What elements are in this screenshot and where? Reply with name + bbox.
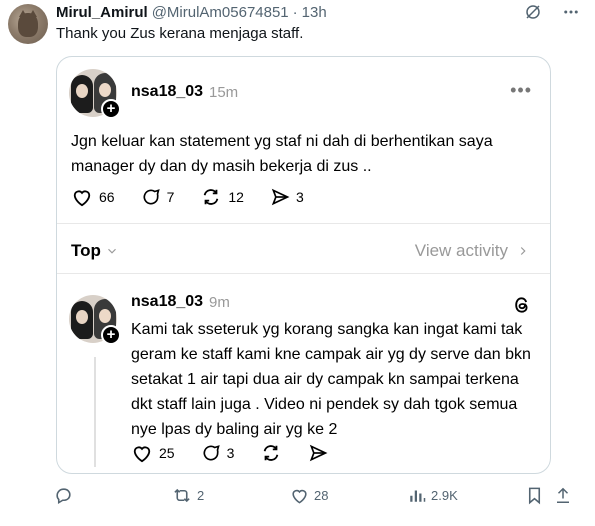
- post2-share-button[interactable]: [308, 443, 328, 463]
- tweet-text: Thank you Zus kerana menjaga staff.: [56, 25, 304, 42]
- post1-like-button[interactable]: 66: [71, 187, 115, 207]
- post2-like-button[interactable]: 25: [131, 443, 175, 463]
- follow-plus-icon[interactable]: +: [101, 99, 121, 119]
- grok-icon[interactable]: [523, 2, 543, 22]
- retweet-button[interactable]: 2: [172, 486, 204, 505]
- view-activity-label: View activity: [414, 241, 508, 260]
- reply-button[interactable]: [54, 486, 73, 505]
- post1-repost-count: 12: [228, 189, 244, 205]
- post2-like-count: 25: [159, 445, 175, 461]
- send-icon: [310, 444, 328, 462]
- heart-icon: [292, 489, 307, 504]
- bookmark-icon: [528, 487, 541, 505]
- retweet-count: 2: [197, 488, 205, 503]
- heart-icon: [73, 190, 91, 207]
- post2-repost-button[interactable]: [260, 443, 282, 463]
- tweet-time[interactable]: 13h: [302, 4, 327, 21]
- follow-plus-icon[interactable]: +: [101, 325, 121, 345]
- more-icon[interactable]: [561, 2, 581, 22]
- post1-share-button[interactable]: 3: [270, 187, 304, 207]
- retweet-icon: [174, 488, 190, 503]
- like-count: 28: [314, 488, 329, 503]
- tweet-header: Mirul_Amirul @MirulAm05674851 · 13h: [56, 2, 327, 22]
- thread-line: [94, 357, 96, 467]
- post1-repost-button[interactable]: 12: [200, 187, 244, 207]
- chevron-down-icon: [107, 248, 116, 254]
- tweet-actions: 2 28 2.9K: [54, 486, 574, 508]
- view-activity-link[interactable]: View activity: [415, 241, 530, 261]
- author-avatar[interactable]: [8, 4, 48, 44]
- repost-icon: [204, 189, 219, 205]
- author-handle[interactable]: @MirulAm05674851: [152, 4, 289, 21]
- post1-share-count: 3: [295, 189, 304, 205]
- tweet[interactable]: Mirul_Amirul @MirulAm05674851 · 13h Than…: [0, 0, 595, 526]
- post2-body: Kami tak sseteruk yg korang sangka kan i…: [131, 321, 531, 438]
- post1-username[interactable]: nsa18_03: [131, 83, 203, 101]
- tweet-top-icons: [523, 2, 581, 22]
- post1-actions: 66 7 12 3: [71, 187, 304, 207]
- like-button[interactable]: 28: [290, 486, 328, 505]
- divider: [57, 223, 550, 224]
- reply-icon: [203, 445, 220, 461]
- post2-reply-button[interactable]: 3: [201, 443, 235, 463]
- embedded-threads-card[interactable]: + nsa18_03 15m ••• Jgn keluar kan statem…: [56, 56, 551, 474]
- views-count: 2.9K: [431, 487, 458, 503]
- divider: [57, 273, 550, 274]
- send-icon: [271, 188, 290, 206]
- sort-dropdown[interactable]: Top: [71, 241, 119, 261]
- post1-time: 15m: [209, 84, 239, 101]
- share-icon: [557, 487, 569, 503]
- post1-reply-count: 7: [166, 189, 175, 205]
- post2-username[interactable]: nsa18_03: [131, 293, 203, 311]
- threads-logo-icon[interactable]: [512, 295, 532, 315]
- reply-icon: [56, 488, 71, 505]
- repost-icon: [264, 445, 279, 461]
- views-icon: [410, 490, 426, 502]
- post2-actions: 25 3: [131, 443, 328, 463]
- views-button[interactable]: 2.9K: [408, 486, 458, 504]
- share-button[interactable]: [554, 486, 572, 505]
- reply-icon: [143, 189, 160, 205]
- chevron-right-icon: [520, 247, 526, 255]
- post2-time: 9m: [209, 294, 230, 311]
- bookmark-button[interactable]: [526, 486, 543, 505]
- heart-icon: [133, 446, 151, 463]
- separator-dot: ·: [292, 3, 298, 21]
- post-more-icon[interactable]: •••: [510, 81, 532, 99]
- sort-label: Top: [71, 241, 101, 260]
- author-name[interactable]: Mirul_Amirul: [56, 4, 148, 21]
- post1-like-count: 66: [99, 189, 115, 205]
- post1-body: Jgn keluar kan statement yg staf ni dah …: [71, 133, 493, 175]
- post1-reply-button[interactable]: 7: [141, 187, 175, 207]
- post2-reply-count: 3: [226, 445, 235, 461]
